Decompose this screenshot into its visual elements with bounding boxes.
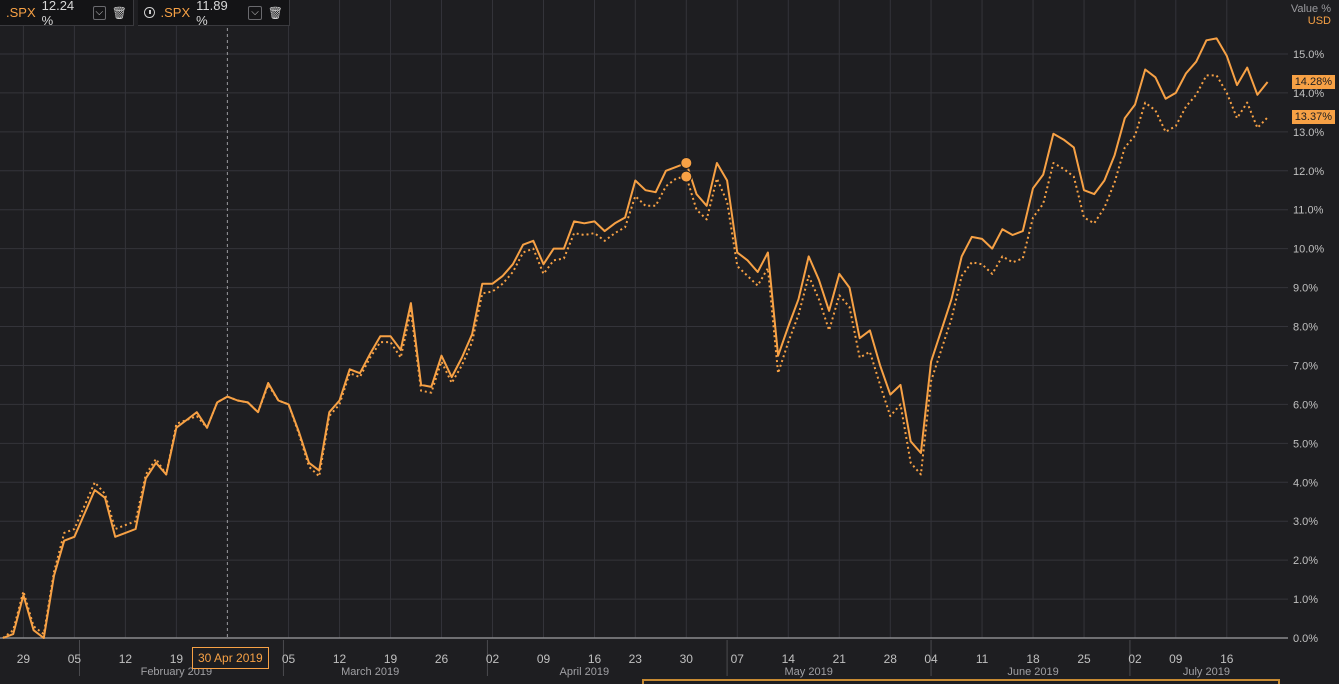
axis-currency: USD xyxy=(1307,15,1331,27)
x-tick-label: 04 xyxy=(924,652,938,666)
x-tick-label: 02 xyxy=(486,652,500,666)
legend-item-1[interactable]: .SPX 12.24 % ⌵ 🗑 xyxy=(0,0,134,28)
x-tick-label: 09 xyxy=(1169,652,1183,666)
y-tick-label: 9.0% xyxy=(1293,283,1318,295)
x-tick-label: 11 xyxy=(976,652,989,666)
hover-marker-dotted xyxy=(680,170,693,183)
x-tick-label: 19 xyxy=(170,652,184,666)
gridlines xyxy=(0,0,1288,639)
y-axis-ticks: 0.0% 1.0% 2.0% 3.0% 4.0% 5.0% 6.0% 7.0% 8.0% 9.0%… xyxy=(1293,49,1324,645)
y-tick-label: 5.0% xyxy=(1293,438,1318,450)
chart-svg: 0.0% 1.0% 2.0% 3.0% 4.0% 5.0% 6.0% 7.0% 8.0% 9.0%… xyxy=(0,0,1324,678)
axis-title: Value % xyxy=(1290,3,1331,15)
legend-item-2[interactable]: .SPX 11.89 % ⌵ 🗑 xyxy=(138,0,290,28)
trash-icon[interactable]: 🗑 xyxy=(268,6,283,20)
legend-value: 11.89 % xyxy=(196,0,228,28)
last-value-tag-dotted: 13.37% xyxy=(1291,110,1335,125)
y-tick-label: 4.0% xyxy=(1293,477,1318,489)
x-tick-label: 16 xyxy=(588,652,602,666)
crosshair-date-label: 30 Apr 2019 xyxy=(192,647,269,669)
y-tick-label: 0.0% xyxy=(1293,633,1318,645)
chevron-down-icon[interactable]: ⌵ xyxy=(248,5,262,20)
x-tick-label: 14 xyxy=(782,652,796,666)
last-value-tag-solid: 14.28% xyxy=(1291,74,1335,89)
legend-symbol: .SPX xyxy=(6,5,36,20)
x-tick-label: 12 xyxy=(119,652,133,666)
legend-value: 12.24 % xyxy=(41,0,75,28)
y-tick-label: 3.0% xyxy=(1293,516,1318,528)
y-tick-label: 2.0% xyxy=(1293,555,1318,567)
time-range-scrollbar[interactable] xyxy=(642,679,1280,684)
month-label: March 2019 xyxy=(341,666,399,678)
y-tick-label: 11.0% xyxy=(1293,205,1324,217)
y-tick-label: 13.0% xyxy=(1293,127,1324,139)
y-tick-label: 12.0% xyxy=(1293,166,1324,178)
y-tick-label: 6.0% xyxy=(1293,399,1318,411)
x-tick-label: 21 xyxy=(833,652,847,666)
x-tick-label: 18 xyxy=(1026,652,1040,666)
y-tick-label: 7.0% xyxy=(1293,360,1318,372)
x-tick-label: 30 xyxy=(680,652,694,666)
month-label: April 2019 xyxy=(560,666,610,678)
x-tick-label: 29 xyxy=(17,652,31,666)
month-label: May 2019 xyxy=(785,666,833,678)
month-label: June 2019 xyxy=(1007,666,1058,678)
x-tick-label: 28 xyxy=(884,652,898,666)
x-tick-label: 25 xyxy=(1077,652,1091,666)
month-label: July 2019 xyxy=(1183,666,1230,678)
x-tick-label: 07 xyxy=(731,652,745,666)
x-axis-month-labels: February 2019 March 2019 April 2019 May 201… xyxy=(141,666,1230,678)
x-tick-label: 19 xyxy=(384,652,398,666)
y-tick-label: 15.0% xyxy=(1293,49,1324,61)
x-tick-label: 26 xyxy=(435,652,449,666)
legend-symbol: .SPX xyxy=(160,5,191,20)
y-tick-label: 14.0% xyxy=(1293,88,1324,100)
x-tick-label: 02 xyxy=(1128,652,1142,666)
clock-icon xyxy=(144,7,155,18)
y-tick-label: 10.0% xyxy=(1293,244,1324,256)
trash-icon[interactable]: 🗑 xyxy=(112,6,127,20)
x-tick-label: 12 xyxy=(333,652,347,666)
y-tick-label: 8.0% xyxy=(1293,322,1318,334)
x-tick-label: 23 xyxy=(629,652,643,666)
x-tick-label: 05 xyxy=(68,652,82,666)
x-tick-label: 16 xyxy=(1220,652,1234,666)
y-tick-label: 1.0% xyxy=(1293,594,1318,606)
hover-marker-solid xyxy=(680,156,693,169)
x-tick-label: 05 xyxy=(282,652,296,666)
chevron-down-icon[interactable]: ⌵ xyxy=(92,5,106,20)
x-tick-label: 09 xyxy=(537,652,551,666)
